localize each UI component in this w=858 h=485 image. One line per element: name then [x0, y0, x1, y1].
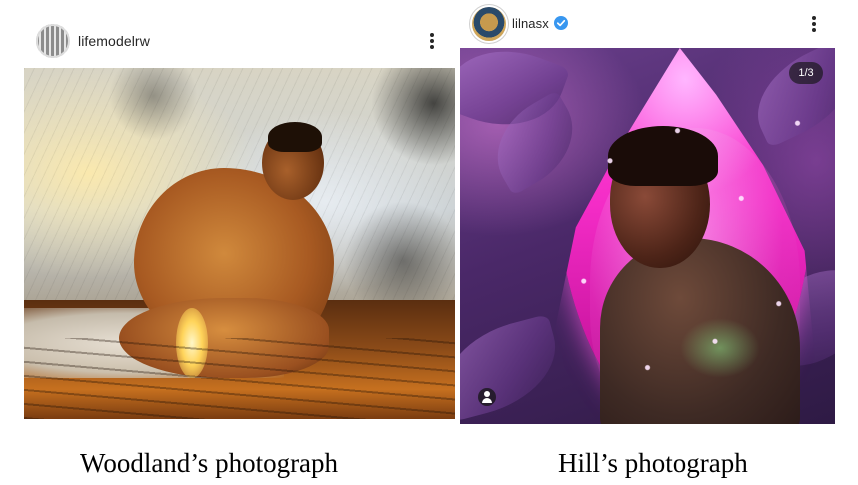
post-lifemodelrw: lifemodelrw — [24, 20, 455, 419]
avatar[interactable] — [36, 24, 70, 58]
caption-hill: Hill’s photograph — [558, 448, 748, 478]
post-header: lilnasx — [460, 0, 835, 44]
carousel-counter: 1/3 — [789, 62, 823, 84]
more-vertical-icon[interactable] — [424, 30, 440, 52]
post-lilnasx: lilnasx 1/3 — [460, 0, 835, 424]
verified-badge-icon — [554, 16, 568, 30]
caption-woodland: Woodland’s photograph — [80, 448, 339, 478]
post-photo[interactable]: 1/3 — [460, 48, 835, 424]
photo-streaks — [24, 338, 455, 419]
avatar[interactable] — [472, 7, 506, 41]
photo-figure-hair — [268, 122, 322, 152]
user-tag-icon[interactable] — [478, 388, 496, 406]
page: lifemodelrw lilnasx 1/3 Woodland’s photo… — [0, 0, 858, 485]
more-vertical-icon[interactable] — [806, 13, 822, 35]
username[interactable]: lifemodelrw — [78, 33, 150, 49]
post-photo[interactable] — [24, 68, 455, 419]
photo-droplets — [460, 48, 835, 424]
post-header: lifemodelrw — [24, 20, 455, 64]
username[interactable]: lilnasx — [512, 16, 549, 31]
